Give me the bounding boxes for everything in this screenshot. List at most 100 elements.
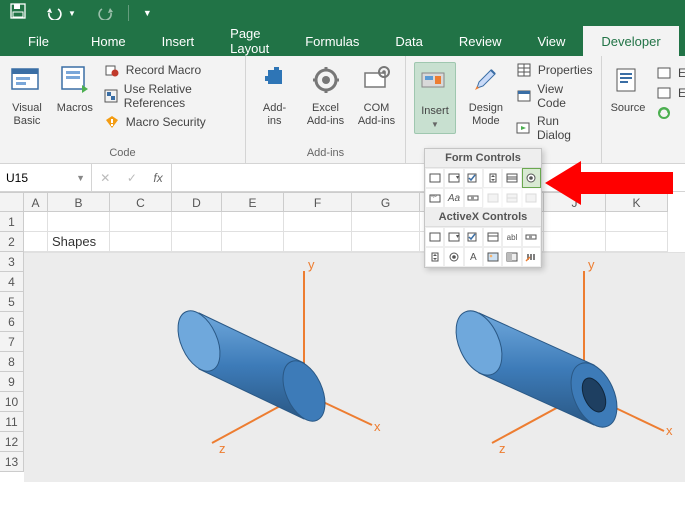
properties-button[interactable]: Properties: [516, 62, 593, 78]
visual-basic-button[interactable]: Visual Basic: [8, 62, 46, 128]
undo-icon[interactable]: [46, 6, 64, 20]
source-button[interactable]: Source: [610, 62, 646, 115]
cell[interactable]: [222, 232, 284, 252]
tab-formulas[interactable]: Formulas: [287, 26, 377, 56]
row-header-2[interactable]: 2: [0, 232, 24, 252]
enter-formula-icon[interactable]: ✓: [127, 171, 137, 185]
cell[interactable]: [172, 212, 222, 232]
row-header-8[interactable]: 8: [0, 352, 24, 372]
tab-file[interactable]: File: [18, 26, 73, 56]
insert-controls-button[interactable]: Insert ▼: [414, 62, 456, 134]
cell[interactable]: [110, 212, 172, 232]
save-icon[interactable]: [10, 3, 26, 23]
tab-data[interactable]: Data: [377, 26, 440, 56]
cell[interactable]: [110, 232, 172, 252]
tell-me[interactable]: T: [679, 34, 685, 49]
row-header-6[interactable]: 6: [0, 312, 24, 332]
row-header-11[interactable]: 11: [0, 412, 24, 432]
record-macro-button[interactable]: Record Macro: [104, 62, 237, 78]
row-header-3[interactable]: 3: [0, 252, 24, 272]
form-listbox-icon[interactable]: [502, 168, 521, 188]
form-combo-icon[interactable]: [444, 168, 463, 188]
col-header-G[interactable]: G: [352, 193, 420, 212]
col-header-E[interactable]: E: [222, 193, 284, 212]
view-code-button[interactable]: View Code: [516, 82, 593, 110]
xml-row-3[interactable]: [656, 105, 685, 121]
name-box[interactable]: U15 ▼: [0, 164, 92, 191]
col-header-F[interactable]: F: [284, 193, 352, 212]
row-header-1[interactable]: 1: [0, 212, 24, 232]
form-button-icon[interactable]: [425, 168, 444, 188]
macros-button[interactable]: Macros: [56, 62, 94, 115]
form-groupbox-icon[interactable]: xyz: [425, 188, 444, 208]
run-dialog-button[interactable]: Run Dialog: [516, 114, 593, 142]
ax-option-icon[interactable]: [444, 247, 463, 267]
row-header-10[interactable]: 10: [0, 392, 24, 412]
group-code: Visual Basic Macros Record Macro Use Rel…: [0, 56, 246, 163]
form-option-button-icon[interactable]: [522, 168, 541, 188]
ax-scrollbar-icon[interactable]: [522, 227, 541, 247]
ax-image-icon[interactable]: [483, 247, 502, 267]
ax-combo-icon[interactable]: [444, 227, 463, 247]
col-header-C[interactable]: C: [110, 193, 172, 212]
dropdown-icon[interactable]: ▼: [68, 9, 76, 18]
cell[interactable]: [544, 232, 606, 252]
tab-review[interactable]: Review: [441, 26, 520, 56]
cell[interactable]: [24, 232, 48, 252]
xml-row-1[interactable]: Ex: [656, 65, 685, 81]
col-header-D[interactable]: D: [172, 193, 222, 212]
form-spin-icon[interactable]: [483, 168, 502, 188]
col-header-A[interactable]: A: [24, 193, 48, 212]
cell[interactable]: [606, 232, 668, 252]
redo-icon[interactable]: [96, 6, 114, 20]
qat-customize-icon[interactable]: ▼: [143, 8, 152, 18]
ax-more-icon[interactable]: [522, 247, 541, 267]
form-disabled-1-icon: [483, 188, 502, 208]
ax-label-icon[interactable]: A: [464, 247, 483, 267]
row-header-13[interactable]: 13: [0, 452, 24, 472]
relative-references-button[interactable]: Use Relative References: [104, 82, 237, 110]
cell[interactable]: [352, 232, 420, 252]
cell[interactable]: [172, 232, 222, 252]
col-header-B[interactable]: B: [48, 193, 110, 212]
form-checkbox-icon[interactable]: [464, 168, 483, 188]
ax-checkbox-icon[interactable]: [464, 227, 483, 247]
row-headers[interactable]: 12345678910111213: [0, 212, 24, 472]
cell[interactable]: [24, 212, 48, 232]
row-header-12[interactable]: 12: [0, 432, 24, 452]
row-header-4[interactable]: 4: [0, 272, 24, 292]
form-label-icon[interactable]: Aa: [444, 188, 463, 208]
ax-command-button-icon[interactable]: [425, 227, 444, 247]
ribbon-tabs: File Home Insert Page Layout Formulas Da…: [0, 26, 685, 56]
macro-security-button[interactable]: Macro Security: [104, 114, 237, 130]
ax-textbox-icon[interactable]: abl: [502, 227, 521, 247]
cell[interactable]: [48, 212, 110, 232]
select-all-corner[interactable]: [0, 192, 24, 212]
cell[interactable]: [352, 212, 420, 232]
name-box-dropdown-icon[interactable]: ▼: [76, 173, 85, 183]
excel-addins-button[interactable]: Excel Add-ins: [305, 62, 346, 128]
row-header-5[interactable]: 5: [0, 292, 24, 312]
tab-insert[interactable]: Insert: [144, 26, 213, 56]
tab-page-layout[interactable]: Page Layout: [212, 26, 287, 56]
cell[interactable]: [222, 212, 284, 232]
row-header-9[interactable]: 9: [0, 372, 24, 392]
fx-icon[interactable]: fx: [153, 171, 162, 185]
tab-developer[interactable]: Developer: [583, 26, 678, 56]
form-scrollbar-icon[interactable]: [464, 188, 483, 208]
cell[interactable]: Shapes: [48, 232, 110, 252]
design-mode-button[interactable]: Design Mode: [466, 62, 506, 128]
tab-view[interactable]: View: [519, 26, 583, 56]
tab-home[interactable]: Home: [73, 26, 144, 56]
row-header-7[interactable]: 7: [0, 332, 24, 352]
cancel-formula-icon[interactable]: ✕: [100, 171, 110, 185]
cell[interactable]: [284, 212, 352, 232]
ax-spin-icon[interactable]: [425, 247, 444, 267]
ax-toggle-icon[interactable]: [502, 247, 521, 267]
com-addins-button[interactable]: COM Add-ins: [356, 62, 397, 128]
worksheet: ABCDEFGHIJK 12345678910111213 Shapes y z…: [0, 192, 685, 505]
xml-row-2[interactable]: Ex: [656, 85, 685, 101]
cell[interactable]: [284, 232, 352, 252]
addins-button[interactable]: Add- ins: [254, 62, 295, 128]
ax-listbox-icon[interactable]: [483, 227, 502, 247]
